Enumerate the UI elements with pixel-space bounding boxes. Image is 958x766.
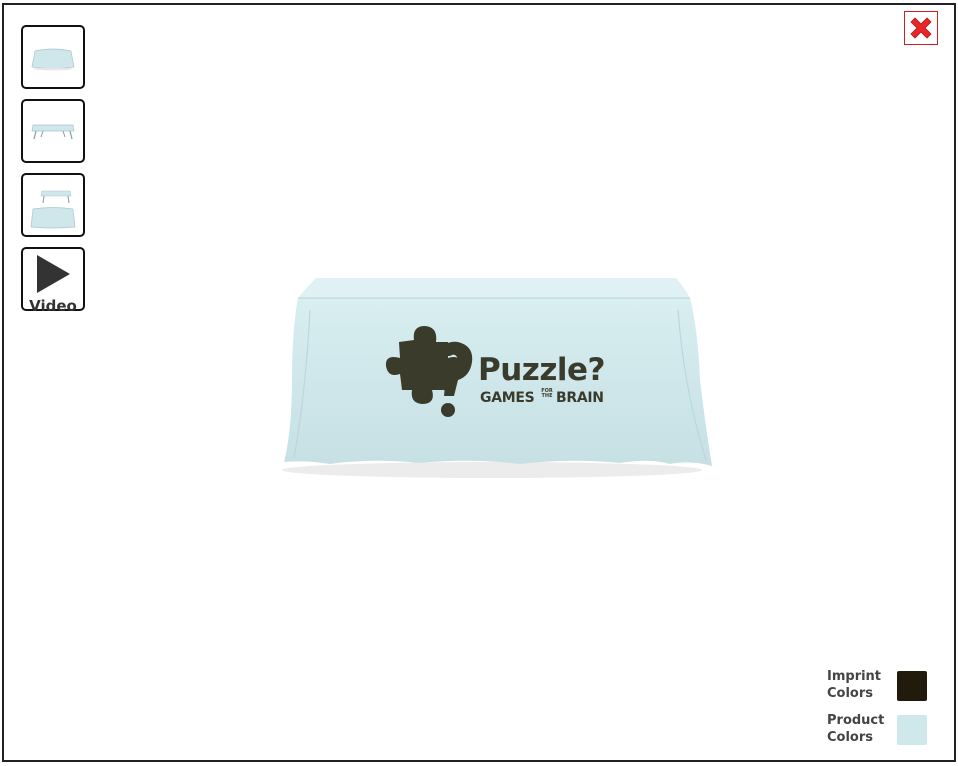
thumbnail-side-view[interactable] <box>21 99 85 163</box>
table-shadow <box>282 462 702 478</box>
close-x-icon <box>910 17 932 39</box>
thumbnail-video[interactable]: Video <box>21 247 85 315</box>
tablecloth-side-thumbnail-icon <box>31 124 75 140</box>
logo-title-text: Puzzle? <box>478 352 606 388</box>
product-colors-label: Product Colors <box>827 713 885 745</box>
imprint-colors-label: Imprint Colors <box>827 669 882 701</box>
logo-brain-text: BRAIN <box>556 390 604 406</box>
close-button[interactable] <box>904 11 938 45</box>
imprint-color-swatch[interactable] <box>897 671 927 701</box>
tablecloth-combo-thumbnail-icon <box>30 190 76 229</box>
thumbnail-combo-view[interactable] <box>21 173 85 237</box>
tablecloth-thumbnail-icon <box>31 48 75 71</box>
product-color-swatch[interactable] <box>897 715 927 745</box>
video-label: Video <box>29 297 77 315</box>
logo-for-the-text: FOR THE <box>541 388 553 399</box>
tablecloth-top <box>298 278 690 298</box>
thumbnail-front-view[interactable] <box>21 25 85 89</box>
logo-games-text: GAMES <box>480 390 535 406</box>
